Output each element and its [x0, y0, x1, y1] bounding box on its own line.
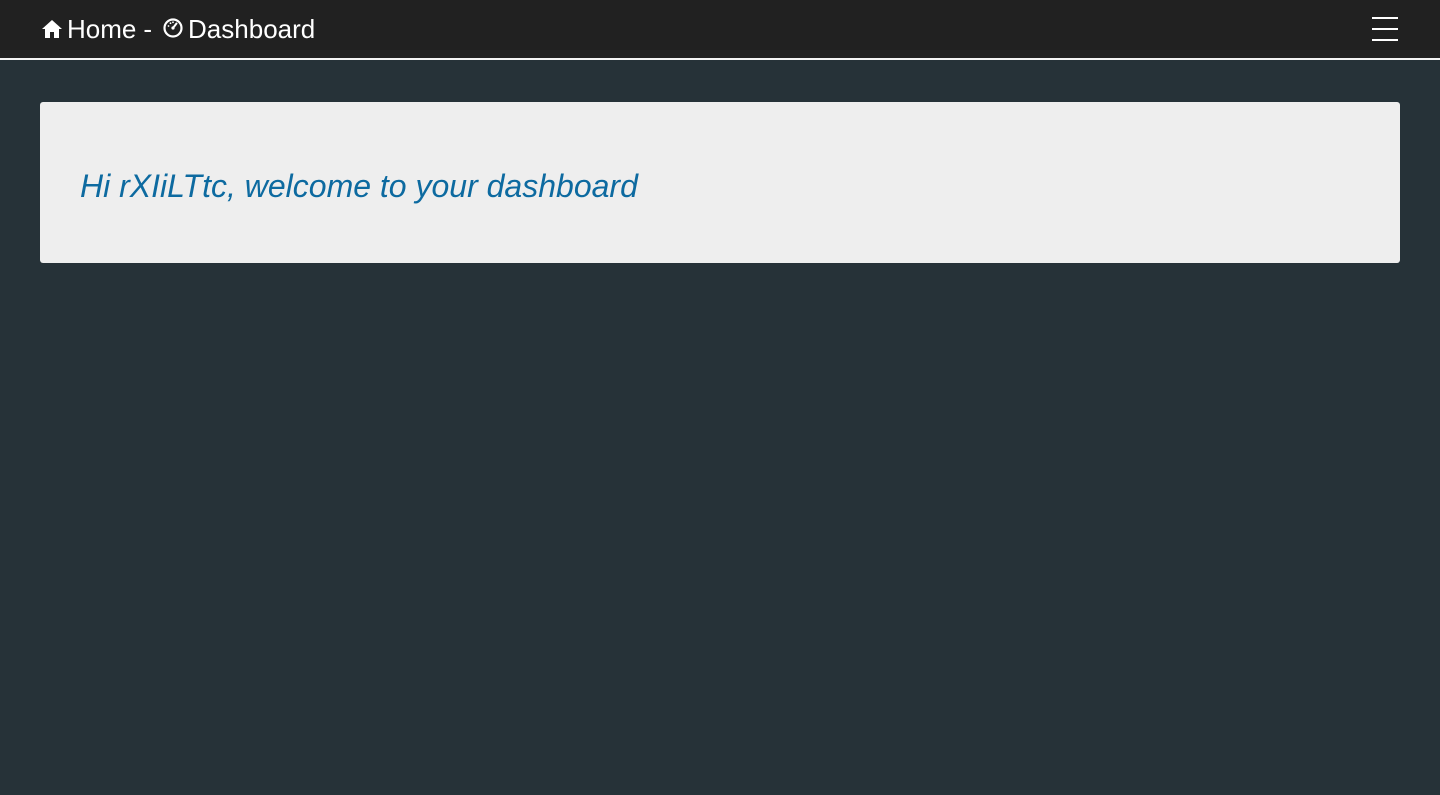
dashboard-gauge-icon: [162, 17, 184, 39]
hamburger-menu-icon[interactable]: [1370, 17, 1400, 41]
welcome-panel: Hi rXIiLTtc, welcome to your dashboard: [40, 102, 1400, 263]
breadcrumb: Home - Dashboard: [40, 16, 315, 42]
menu-bar-bottom: [1372, 39, 1398, 41]
menu-bar-top: [1372, 17, 1398, 19]
home-icon[interactable]: [40, 17, 64, 41]
top-navbar: Home - Dashboard: [0, 0, 1440, 60]
welcome-message: Hi rXIiLTtc, welcome to your dashboard: [80, 167, 638, 204]
page-title: Dashboard: [188, 14, 316, 44]
menu-bar-middle: [1372, 28, 1398, 30]
home-link[interactable]: Home: [67, 16, 136, 42]
breadcrumb-separator: -: [143, 14, 153, 44]
